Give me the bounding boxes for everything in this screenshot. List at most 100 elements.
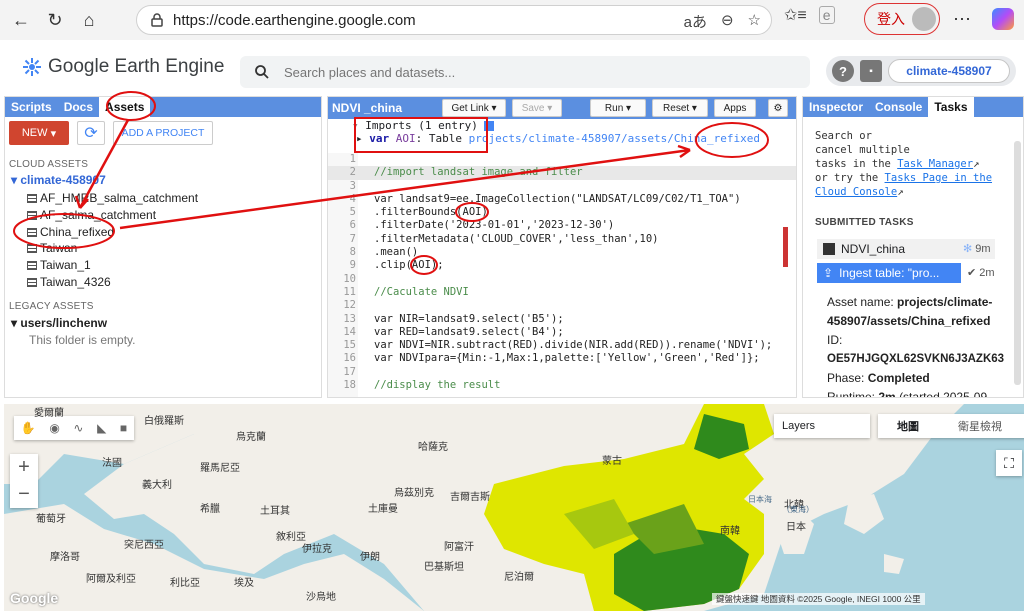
address-bar[interactable]: https://code.earthengine.google.com aあ ⊖… <box>136 5 772 35</box>
hand-pan-icon[interactable]: ✋ <box>21 421 36 435</box>
imports-section[interactable]: ▾ Imports (1 entry) ▸ var AOI: Table pro… <box>352 119 760 151</box>
line-text: var RED=landsat9.select('B4'); <box>374 325 564 338</box>
gee-header: Google Earth Engine ? ▪ climate-458907 <box>0 40 1024 96</box>
tab-assets[interactable]: Assets <box>99 97 151 117</box>
map-label: 突尼西亞 <box>124 540 164 551</box>
get-link-button[interactable]: Get Link ▾ <box>442 99 506 117</box>
line-number: 15 <box>343 339 356 352</box>
polygon-icon[interactable]: ◣ <box>97 421 106 435</box>
map-label: 吉爾吉斯 <box>450 492 490 503</box>
apps-button[interactable]: Apps <box>714 99 756 117</box>
map-label: 土庫曼 <box>368 504 398 515</box>
task-row[interactable]: ⇪ Ingest table: "pro... <box>817 263 961 283</box>
sign-in-button[interactable]: 登入 <box>864 3 940 35</box>
code-line: 1 <box>328 153 796 166</box>
asset-item[interactable]: AF_HMRB_salma_catchment <box>27 191 198 205</box>
map-label: 埃及 <box>234 578 254 589</box>
fullscreen-icon[interactable]: ⛶ <box>996 450 1022 476</box>
line-text: //import landsat image and filter <box>374 166 583 179</box>
imports-header[interactable]: ▾ Imports (1 entry) <box>352 119 760 132</box>
reload-icon[interactable]: ↻ <box>42 7 68 33</box>
polyline-icon[interactable]: ∿ <box>73 421 83 435</box>
ie-mode-icon[interactable]: e <box>818 6 835 24</box>
search-input[interactable] <box>284 64 784 80</box>
tasks-intro-text: or try the <box>815 172 879 184</box>
gee-logo[interactable]: Google Earth Engine <box>22 56 224 78</box>
editor-scrollbar[interactable] <box>783 227 788 267</box>
line-number: 9 <box>349 259 356 272</box>
show-script-icon[interactable] <box>484 121 495 131</box>
map-footer[interactable]: 鍵盤快速鍵 地圖資料 ©2025 Google, INEGI 1000 公里 <box>712 593 925 605</box>
tasks-page-link[interactable]: Tasks Page in the <box>885 172 992 184</box>
cloud-project-root[interactable]: ▾ climate-458907 <box>11 173 106 187</box>
new-asset-button[interactable]: NEW ▾ <box>9 121 69 145</box>
map-view[interactable]: ✋ ◉ ∿ ◣ ■ + − Layers 地圖 衛星檢視 ⛶ 愛爾蘭 白俄羅斯 … <box>4 404 1024 611</box>
map-label: 尼泊爾 <box>504 572 534 583</box>
detail-label: Runtime: <box>827 390 876 398</box>
copilot-icon[interactable] <box>992 8 1014 30</box>
dropdown-arrow-icon: ▾ <box>50 127 57 140</box>
task-time: ✻ 9m <box>963 242 991 255</box>
tab-docs[interactable]: Docs <box>58 97 99 117</box>
import-path: projects/climate-458907/assets/China_ref… <box>468 132 761 145</box>
zoom-icon[interactable]: ⊖ <box>721 11 734 32</box>
code-area[interactable]: 1 2 //import landsat image and filter 3 4… <box>328 153 796 392</box>
line-number: 10 <box>343 272 356 285</box>
tasks-scrollbar[interactable] <box>1014 141 1021 385</box>
tab-console[interactable]: Console <box>869 97 928 117</box>
more-options-icon[interactable]: ⋯ <box>953 9 971 30</box>
import-name[interactable]: AOI <box>396 132 416 145</box>
point-marker-icon[interactable]: ◉ <box>49 421 59 435</box>
layers-button[interactable]: Layers <box>774 414 870 438</box>
favorites-icon[interactable]: ✩≡ <box>784 5 807 25</box>
import-row[interactable]: ▸ var AOI: Table projects/climate-458907… <box>356 132 760 145</box>
asset-item[interactable]: Taiwan_4326 <box>27 275 111 289</box>
get-link-label: Get Link <box>451 102 489 114</box>
table-icon <box>27 210 37 220</box>
table-icon <box>27 277 37 287</box>
map-label: 法國 <box>102 458 122 469</box>
favorite-star-icon[interactable]: ☆ <box>748 11 761 32</box>
map-type-map-button[interactable]: 地圖 <box>878 414 938 438</box>
task-manager-link[interactable]: Task Manager <box>897 158 973 170</box>
asset-item[interactable]: China_refixed <box>27 225 114 239</box>
line-text: var NDVIpara={Min:-1,Max:1,palette:['Yel… <box>374 352 760 365</box>
asset-item[interactable]: Taiwan <box>27 241 77 255</box>
line-number: 18 <box>343 379 356 392</box>
refresh-button[interactable]: ⟳ <box>77 121 105 145</box>
reset-button[interactable]: Reset ▾ <box>652 99 708 117</box>
code-editor-panel: NDVI _china Get Link ▾ Save ▾ Run ▾ Rese… <box>327 96 797 398</box>
site-info-icon[interactable] <box>149 12 165 28</box>
tab-tasks[interactable]: Tasks <box>928 97 974 117</box>
code-line: 13 var NIR=landsat9.select('B5'); <box>328 313 796 326</box>
legacy-root[interactable]: ▾ users/linchenw <box>11 316 107 330</box>
code-line: 2 //import landsat image and filter <box>328 166 796 180</box>
tab-scripts[interactable]: Scripts <box>5 97 58 117</box>
code-line: 8 .mean() <box>328 246 796 259</box>
task-name: NDVI_china <box>841 242 906 256</box>
cloud-console-link[interactable]: Cloud Console <box>815 186 897 198</box>
code-line: 18 //display the result <box>328 379 796 392</box>
empty-folder-text: This folder is empty. <box>29 333 136 347</box>
run-button[interactable]: Run ▾ <box>590 99 646 117</box>
home-icon[interactable]: ⌂ <box>76 7 102 33</box>
google-logo[interactable]: Google <box>10 590 58 606</box>
detail-value: (started 2025-09- <box>899 390 992 398</box>
feedback-icon[interactable]: ▪ <box>860 60 882 82</box>
line-text: .clip(AOI); <box>374 259 444 272</box>
asset-item[interactable]: Taiwan_1 <box>27 258 91 272</box>
project-selector[interactable]: climate-458907 <box>888 59 1010 83</box>
zoom-in-button[interactable]: + <box>18 456 30 479</box>
tab-inspector[interactable]: Inspector <box>803 97 869 117</box>
asset-item[interactable]: AF_salma_catchment <box>27 208 156 222</box>
add-project-button[interactable]: ADD A PROJECT <box>113 121 213 145</box>
zoom-out-button[interactable]: − <box>18 483 30 506</box>
back-icon[interactable]: ← <box>8 7 34 33</box>
read-aloud-icon[interactable]: aあ <box>684 11 707 32</box>
map-type-satellite-button[interactable]: 衛星檢視 <box>938 414 1022 438</box>
rectangle-icon[interactable]: ■ <box>120 421 127 435</box>
settings-gear-icon[interactable]: ⚙ <box>768 99 788 117</box>
help-icon[interactable]: ? <box>832 60 854 82</box>
search-box[interactable] <box>240 56 810 88</box>
save-button[interactable]: Save ▾ <box>512 99 562 117</box>
